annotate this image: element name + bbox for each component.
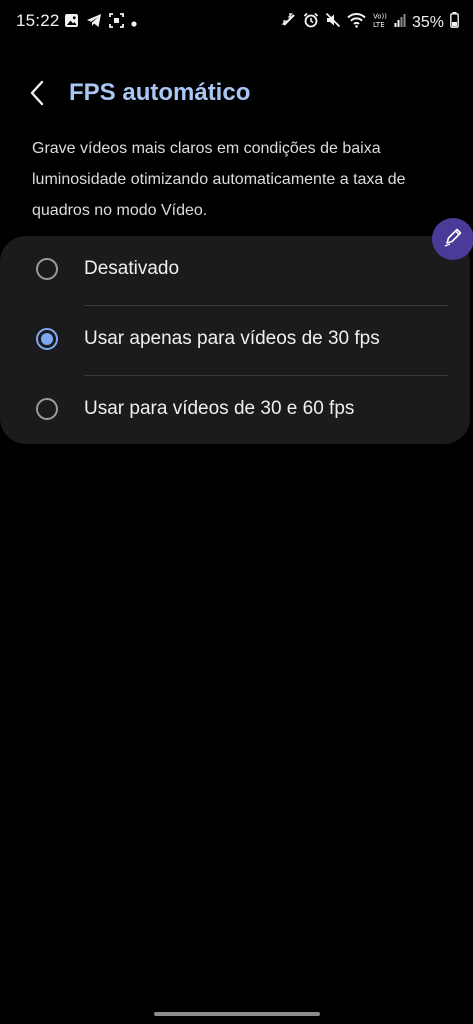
radio-button[interactable]	[36, 398, 58, 420]
battery-percentage: 35%	[411, 13, 444, 31]
volte-icon: Vo)) LTE	[372, 11, 388, 34]
screenshot-icon	[109, 13, 124, 33]
status-right-icons: Vo)) LTE 35%	[281, 11, 459, 34]
signal-icon	[394, 13, 406, 32]
battery-icon	[450, 12, 459, 33]
option-label: Usar apenas para vídeos de 30 fps	[84, 328, 380, 349]
sleep-icon	[281, 12, 297, 33]
option-30fps-only[interactable]: Usar apenas para vídeos de 30 fps	[0, 306, 470, 375]
svg-text:LTE: LTE	[373, 21, 385, 29]
floating-edit-button[interactable]	[432, 218, 473, 260]
description-text: Grave vídeos mais claros em condições de…	[32, 140, 406, 219]
wifi-icon	[347, 12, 366, 33]
dot-icon	[131, 14, 137, 32]
status-bar: 15:22 Vo)) LTE 35%	[0, 0, 473, 44]
gallery-icon	[64, 13, 79, 33]
option-label: Usar para vídeos de 30 e 60 fps	[84, 398, 355, 419]
mute-icon	[325, 12, 341, 33]
option-label: Desativado	[84, 258, 180, 279]
status-time: 15:22	[16, 11, 60, 30]
pen-icon	[442, 226, 464, 253]
option-desativado[interactable]: Desativado	[0, 236, 470, 305]
header: FPS automático	[0, 70, 473, 118]
telegram-icon	[86, 13, 102, 33]
chevron-left-icon	[29, 80, 45, 111]
status-left-icons	[64, 13, 137, 33]
options-card: Desativado Usar apenas para vídeos de 30…	[0, 236, 470, 444]
radio-button[interactable]	[36, 258, 58, 280]
page-title: FPS automático	[69, 79, 251, 106]
home-indicator[interactable]	[154, 1012, 320, 1016]
radio-button-selected[interactable]	[36, 328, 58, 350]
alarm-icon	[303, 12, 319, 33]
back-button[interactable]	[22, 80, 52, 110]
svg-text:Vo)): Vo))	[373, 13, 387, 21]
option-30-and-60fps[interactable]: Usar para vídeos de 30 e 60 fps	[0, 376, 470, 445]
